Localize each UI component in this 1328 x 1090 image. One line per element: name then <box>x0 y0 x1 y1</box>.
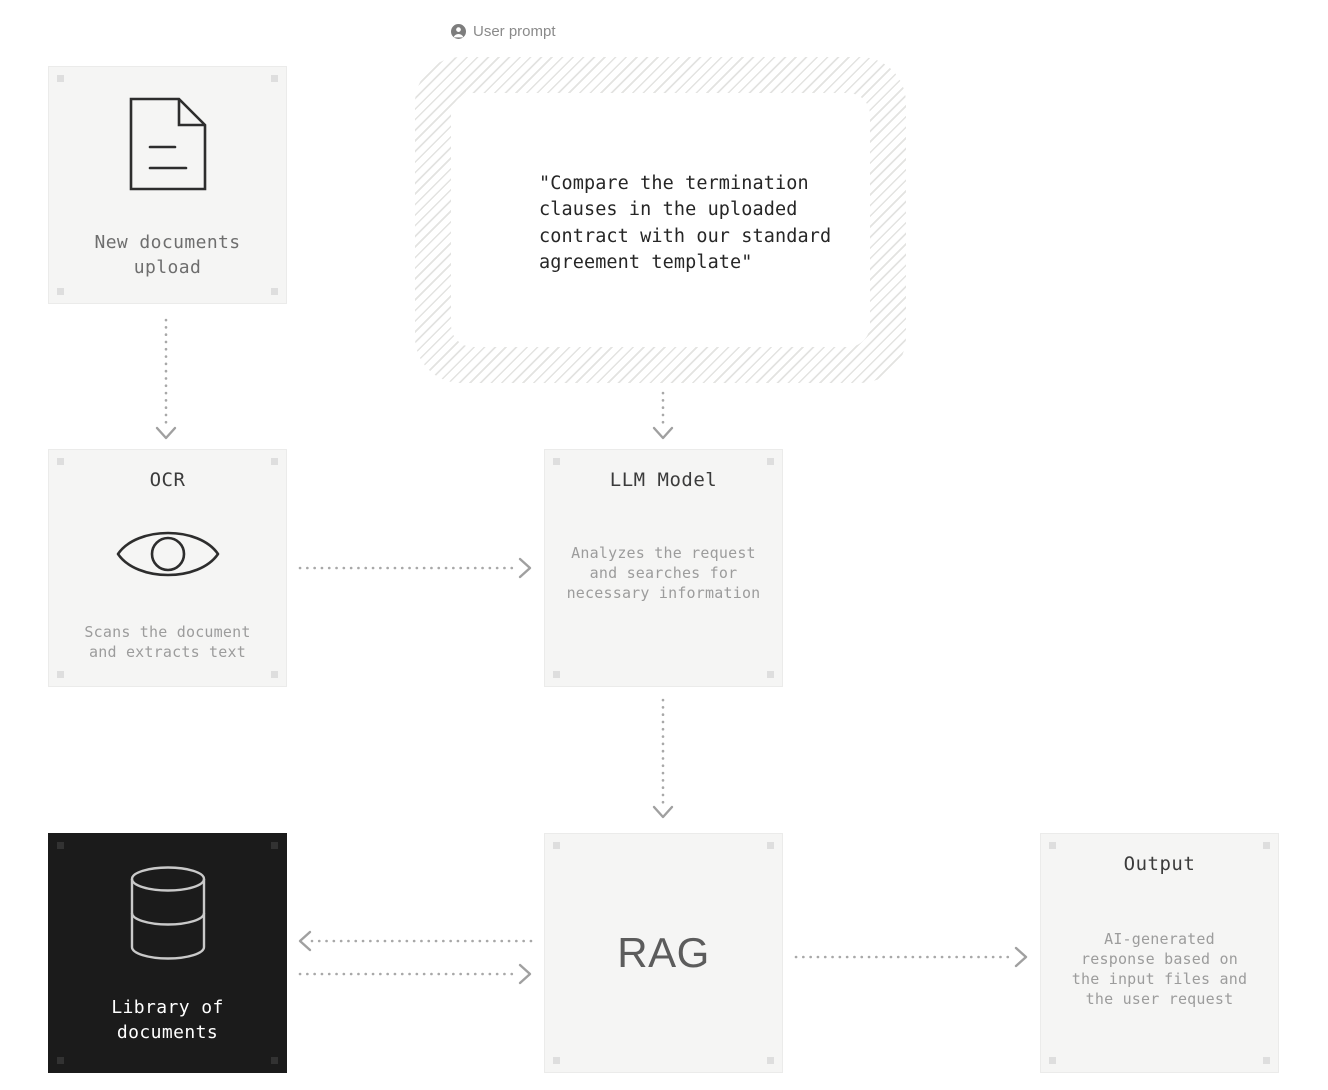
corner-marker-top-right <box>767 842 774 849</box>
corner-marker-bottom-right <box>1263 1057 1270 1064</box>
corner-marker-top-right <box>767 458 774 465</box>
corner-marker-bottom-right <box>767 1057 774 1064</box>
eye-icon <box>116 531 219 576</box>
card-new-documents-upload-label: New documents upload <box>94 232 241 278</box>
user-prompt-text: "Compare the termination clauses in the … <box>539 173 832 273</box>
corner-marker-bottom-left <box>553 671 560 678</box>
corner-marker-bottom-left <box>57 288 64 295</box>
connector-rag-to-library <box>298 930 533 952</box>
connector-upload-to-ocr <box>155 318 177 440</box>
card-ocr[interactable]: OCR Scans the document and extracts text <box>48 449 287 687</box>
card-rag-title: RAG <box>617 929 710 976</box>
corner-marker-top-left <box>1049 842 1056 849</box>
card-library-of-documents-label: Library of documents <box>111 997 224 1043</box>
corner-marker-bottom-left <box>57 1057 64 1064</box>
connector-rag-to-output <box>794 946 1028 968</box>
connector-llm-to-rag <box>652 698 674 819</box>
database-cylinder-icon-wrap <box>128 865 208 966</box>
corner-marker-top-left <box>57 842 64 849</box>
document-page-icon <box>129 97 206 191</box>
corner-marker-top-left <box>553 458 560 465</box>
corner-marker-bottom-right <box>767 671 774 678</box>
document-page-icon-wrap <box>128 96 208 197</box>
card-llm-model[interactable]: LLM Model Analyzes the request and searc… <box>544 449 783 687</box>
user-circle-icon <box>451 24 466 39</box>
corner-marker-bottom-left <box>57 671 64 678</box>
corner-marker-top-right <box>271 842 278 849</box>
database-cylinder-icon <box>130 866 205 960</box>
corner-marker-top-right <box>1263 842 1270 849</box>
card-output-description: AI-generated response based on the input… <box>1071 929 1248 1009</box>
corner-marker-bottom-left <box>1049 1057 1056 1064</box>
connector-library-to-rag <box>298 963 532 985</box>
card-output[interactable]: Output AI-generated response based on th… <box>1040 833 1279 1073</box>
user-prompt-hatched-frame: "Compare the termination clauses in the … <box>415 57 906 383</box>
card-library-of-documents[interactable]: Library of documents <box>48 833 287 1073</box>
user-prompt-label-group: User prompt <box>451 23 556 40</box>
connector-prompt-to-llm <box>652 391 674 440</box>
corner-marker-bottom-right <box>271 1057 278 1064</box>
corner-marker-bottom-left <box>553 1057 560 1064</box>
card-ocr-title: OCR <box>149 469 186 491</box>
corner-marker-top-left <box>57 75 64 82</box>
card-output-title: Output <box>1123 853 1196 875</box>
card-rag[interactable]: RAG <box>544 833 783 1073</box>
corner-marker-bottom-right <box>271 288 278 295</box>
user-prompt-body: "Compare the termination clauses in the … <box>451 93 870 347</box>
connector-ocr-to-llm <box>298 557 532 579</box>
card-ocr-description: Scans the document and extracts text <box>84 622 251 661</box>
card-llm-model-title: LLM Model <box>609 469 718 491</box>
corner-marker-top-left <box>553 842 560 849</box>
corner-marker-top-right <box>271 75 278 82</box>
card-llm-model-description: Analyzes the request and searches for ne… <box>566 543 761 603</box>
corner-marker-top-right <box>271 458 278 465</box>
user-prompt-label: User prompt <box>473 23 556 40</box>
corner-marker-top-left <box>57 458 64 465</box>
card-new-documents-upload[interactable]: New documents upload <box>48 66 287 304</box>
corner-marker-bottom-right <box>271 671 278 678</box>
eye-icon-wrap <box>115 521 221 592</box>
